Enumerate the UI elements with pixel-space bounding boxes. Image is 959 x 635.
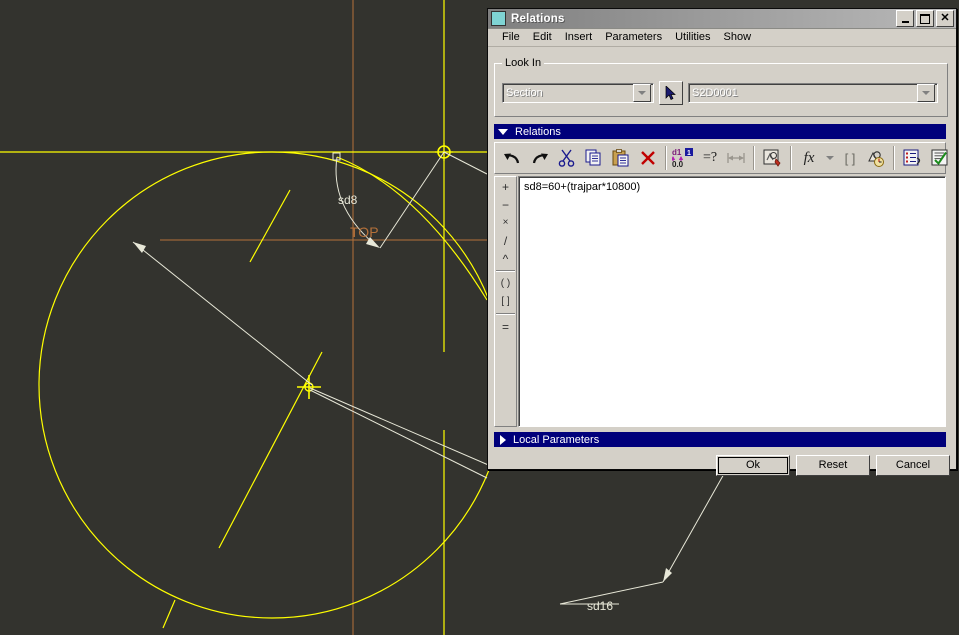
pick-object-button[interactable] bbox=[659, 81, 683, 105]
brackets-icon: [ ] bbox=[844, 150, 856, 166]
linear-dimension-button[interactable] bbox=[722, 145, 749, 172]
menu-edit[interactable]: Edit bbox=[528, 30, 560, 45]
datum-label-top: TOP bbox=[350, 224, 379, 240]
relation-editor[interactable]: + − × / ^ ( ) [ ] = sd8=60+(trajpar*1080… bbox=[494, 176, 946, 427]
toolbar-separator-2 bbox=[753, 146, 755, 170]
look-in-object-value: S2D0001 bbox=[692, 87, 738, 99]
look-in-group-label: Look In bbox=[502, 57, 545, 69]
fx-icon: fx bbox=[803, 149, 815, 166]
look-in-type-combobox[interactable]: Section bbox=[502, 83, 654, 103]
delete-button[interactable] bbox=[634, 145, 661, 172]
scissors-icon bbox=[558, 149, 575, 167]
application-screenshot: sd8 TOP sd16 Relations ✕ File Edit Inser… bbox=[0, 0, 959, 635]
minimize-icon bbox=[901, 20, 909, 23]
relations-toolbar[interactable]: d1 1 0.0 =? fx [] bbox=[494, 142, 947, 174]
insert-brackets-button[interactable]: [ ] bbox=[838, 145, 862, 172]
insert-function-button[interactable]: fx bbox=[796, 145, 822, 172]
local-parameters-label: Local Parameters bbox=[513, 433, 600, 446]
operator-separator-1 bbox=[496, 270, 515, 272]
relation-text-input[interactable]: sd8=60+(trajpar*10800) bbox=[518, 176, 946, 427]
relations-section-header[interactable]: Relations bbox=[494, 124, 946, 139]
function-dropdown-button[interactable] bbox=[822, 145, 838, 172]
menu-utilities[interactable]: Utilities bbox=[670, 30, 718, 45]
operator-plus-button[interactable]: + bbox=[496, 178, 515, 196]
chevron-down-icon-3 bbox=[826, 156, 834, 160]
dialog-titlebar[interactable]: Relations ✕ bbox=[488, 9, 956, 29]
operator-power-button[interactable]: ^ bbox=[496, 250, 515, 268]
menu-file[interactable]: File bbox=[497, 30, 528, 45]
units-clock-icon bbox=[867, 150, 884, 167]
svg-text:d1: d1 bbox=[672, 148, 682, 157]
menubar[interactable]: File Edit Insert Parameters Utilities Sh… bbox=[488, 29, 956, 47]
menu-insert[interactable]: Insert bbox=[560, 30, 601, 45]
toolbar-separator-1 bbox=[665, 146, 667, 170]
redo-icon bbox=[532, 153, 548, 163]
menu-parameters[interactable]: Parameters bbox=[600, 30, 670, 45]
redo-button[interactable] bbox=[526, 145, 553, 172]
select-arrow-icon bbox=[665, 86, 676, 100]
toolbar-separator-3 bbox=[790, 146, 792, 170]
dimension-label-sd8[interactable]: sd8 bbox=[338, 193, 357, 207]
list-icon bbox=[903, 149, 920, 166]
copy-icon bbox=[585, 149, 600, 166]
window-controls: ✕ bbox=[896, 10, 954, 27]
relations-window-icon bbox=[491, 11, 506, 26]
verify-relations-button[interactable] bbox=[759, 145, 786, 172]
toolbar-separator-4 bbox=[893, 146, 895, 170]
maximize-icon bbox=[920, 13, 930, 24]
dimension-label-sd16[interactable]: sd16 bbox=[587, 599, 613, 613]
look-in-object-combobox[interactable]: S2D0001 bbox=[688, 83, 938, 103]
minimize-button[interactable] bbox=[896, 10, 914, 27]
svg-text:0.0: 0.0 bbox=[672, 160, 684, 169]
relations-dialog[interactable]: Relations ✕ File Edit Insert Parameters … bbox=[487, 8, 957, 476]
svg-text:1: 1 bbox=[687, 150, 691, 157]
chevron-down-icon-2[interactable] bbox=[917, 84, 935, 102]
dialog-title: Relations bbox=[511, 12, 565, 25]
operator-multiply-button[interactable]: × bbox=[496, 214, 515, 232]
close-button[interactable]: ✕ bbox=[936, 10, 954, 27]
copy-button[interactable] bbox=[580, 145, 607, 172]
checklist-icon bbox=[931, 149, 947, 166]
check-relations-button[interactable] bbox=[926, 145, 953, 172]
undo-button[interactable] bbox=[499, 145, 526, 172]
verify-lock-icon bbox=[763, 149, 781, 167]
operator-divide-button[interactable]: / bbox=[496, 232, 515, 250]
cut-button[interactable] bbox=[553, 145, 580, 172]
relations-section-label: Relations bbox=[515, 125, 561, 138]
equals-question-icon: =? bbox=[702, 150, 718, 165]
look-in-group: Look In Section S2D0001 bbox=[494, 57, 948, 117]
reset-button[interactable]: Reset bbox=[796, 454, 870, 476]
red-x-icon bbox=[640, 151, 655, 165]
operator-separator-2 bbox=[496, 313, 515, 315]
paste-icon bbox=[612, 149, 628, 167]
chevron-down-icon[interactable] bbox=[633, 84, 651, 102]
look-in-type-value: Section bbox=[506, 87, 543, 99]
units-button[interactable] bbox=[862, 145, 889, 172]
operator-minus-button[interactable]: − bbox=[496, 196, 515, 214]
triangle-right-icon bbox=[500, 434, 506, 445]
local-parameters-section-header[interactable]: Local Parameters bbox=[494, 432, 946, 447]
close-icon: ✕ bbox=[940, 12, 950, 24]
undo-icon bbox=[504, 153, 520, 163]
show-value-button[interactable]: =? bbox=[698, 145, 722, 172]
dimension-d1-icon: d1 1 0.0 bbox=[671, 148, 693, 169]
linear-dim-icon bbox=[726, 153, 745, 163]
cancel-button[interactable]: Cancel bbox=[876, 454, 950, 476]
triangle-down-icon bbox=[498, 128, 508, 135]
ok-button[interactable]: Ok bbox=[716, 454, 790, 476]
operator-brackets-button[interactable]: [ ] bbox=[496, 293, 515, 311]
operator-equals-button[interactable]: = bbox=[496, 318, 515, 336]
toggle-dimension-button[interactable]: d1 1 0.0 bbox=[671, 145, 698, 172]
menu-show[interactable]: Show bbox=[719, 30, 760, 45]
operator-parens-button[interactable]: ( ) bbox=[496, 275, 515, 293]
maximize-button[interactable] bbox=[916, 10, 934, 27]
operator-palette[interactable]: + − × / ^ ( ) [ ] = bbox=[494, 176, 517, 427]
paste-button[interactable] bbox=[607, 145, 634, 172]
dialog-button-row: Ok Reset Cancel bbox=[488, 450, 956, 480]
relations-list-button[interactable] bbox=[899, 145, 926, 172]
